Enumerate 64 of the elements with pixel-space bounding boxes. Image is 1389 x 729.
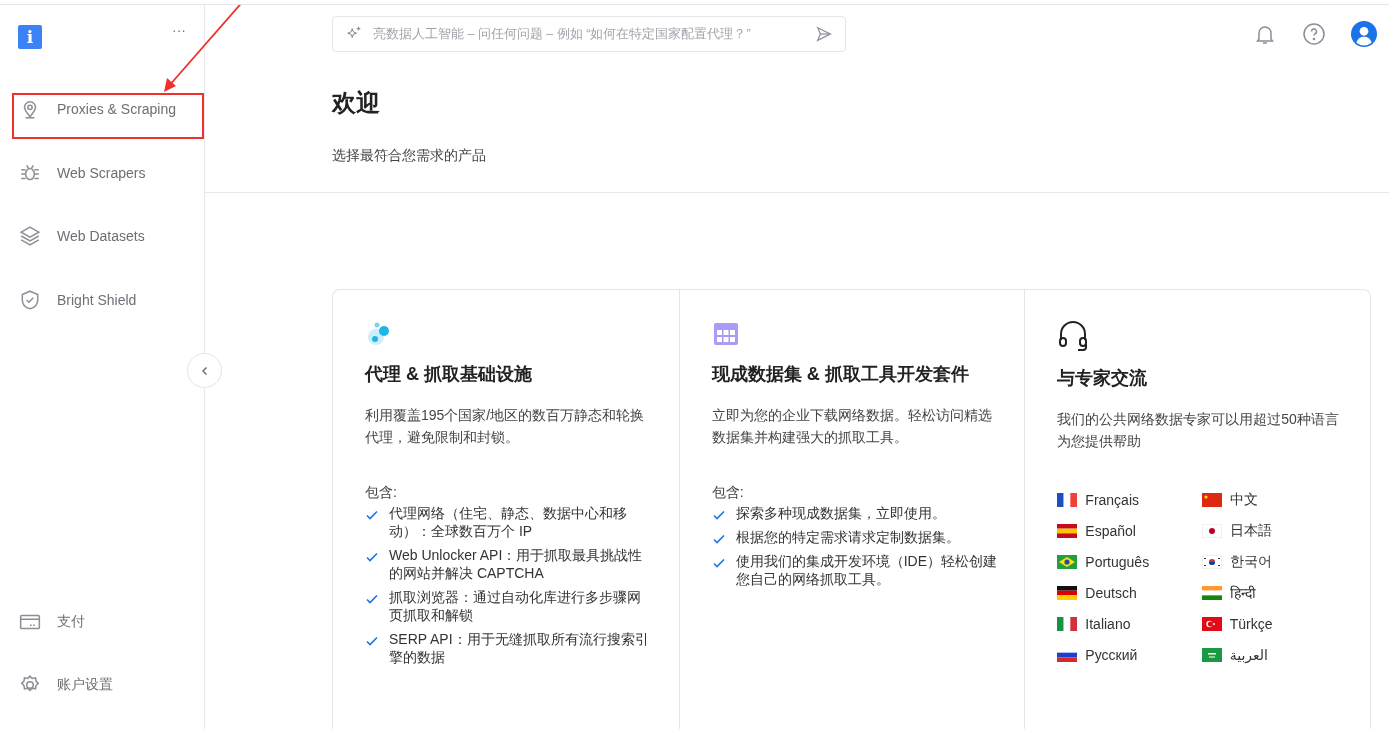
- language-name: Türkçe: [1229, 615, 1273, 632]
- flag-icon: [1057, 616, 1078, 631]
- flag-icon: [1057, 492, 1078, 507]
- check-icon: [711, 508, 726, 522]
- card-title: 现成数据集 & 抓取工具开发套件: [711, 363, 970, 386]
- language-name: Italiano: [1085, 615, 1131, 632]
- flag-icon: [1201, 523, 1222, 538]
- search-input[interactable]: 亮数据人工智能 – 问任何问题 – 例如 “如何在特定国家配置代理？”: [371, 26, 807, 42]
- feature-text: 使用我们的集成开发环境（IDE）轻松创建您自己的网络抓取工具。: [735, 552, 998, 588]
- grid-icon: [711, 320, 740, 348]
- language-name: हिन्दी: [1229, 584, 1256, 602]
- flag-icon: [1201, 647, 1222, 662]
- send-icon[interactable]: [815, 25, 833, 43]
- feature-text: Web Unlocker API：用于抓取最具挑战性的网站并解决 CAPTCHA: [389, 546, 644, 582]
- page-subtitle: 选择最符合您需求的产品: [332, 147, 487, 165]
- flag-icon: [1057, 554, 1078, 569]
- check-icon: [365, 592, 379, 606]
- flag-icon: [1201, 492, 1222, 507]
- language-name: Deutsch: [1085, 584, 1137, 601]
- card-title: 与专家交流: [1057, 367, 1149, 390]
- language-name: العربية: [1229, 646, 1268, 663]
- check-icon: [365, 550, 379, 564]
- check-icon: [711, 532, 726, 546]
- layers-icon: [19, 225, 41, 247]
- sidebar-item[interactable]: Proxies & Scraping: [16, 95, 199, 123]
- sidebar-item[interactable]: Web Datasets: [16, 222, 199, 250]
- feature-text: 抓取浏览器：通过自动化库进行多步骤网页抓取和解锁: [389, 588, 642, 624]
- sidebar-item[interactable]: 账户设置: [16, 671, 199, 699]
- flag-icon: [1201, 585, 1222, 600]
- language-name: 한국어: [1229, 552, 1272, 571]
- logo[interactable]: i: [18, 25, 42, 49]
- headset-icon: [1057, 320, 1090, 352]
- help-icon[interactable]: [1302, 22, 1326, 46]
- sidebar-item[interactable]: 支付: [16, 607, 199, 636]
- language-name: 中文: [1229, 490, 1258, 509]
- flag-icon: [1201, 616, 1222, 631]
- check-icon: [365, 634, 379, 648]
- check-icon: [365, 508, 379, 522]
- language-name: 日本語: [1229, 521, 1272, 540]
- includes-label: 包含:: [711, 484, 745, 502]
- check-icon: [711, 556, 726, 570]
- language-name: Português: [1085, 553, 1150, 570]
- card-description: 立即为您的企业下载网络数据。轻松访问精选数据集并构建强大的抓取工具。: [711, 406, 993, 447]
- card-description: 我们的公共网络数据专家可以用超过50种语言为您提供帮助: [1057, 410, 1340, 451]
- includes-label: 包含:: [365, 484, 398, 502]
- language-name: Русский: [1085, 646, 1138, 663]
- sidebar-item[interactable]: Bright Shield: [16, 285, 199, 314]
- feature-text: 根据您的特定需求请求定制数据集。: [735, 528, 960, 546]
- page-title: 欢迎: [332, 88, 381, 118]
- card-title: 代理 & 抓取基础设施: [365, 363, 533, 386]
- feature-text: 代理网络（住宅、静态、数据中心和移动）：全球数百万个 IP: [389, 504, 628, 540]
- flag-icon: [1057, 585, 1078, 600]
- search-field[interactable]: 亮数据人工智能 – 问任何问题 – 例如 “如何在特定国家配置代理？”: [332, 16, 846, 52]
- flag-icon: [1201, 554, 1222, 569]
- feature-text: SERP API：用于无缝抓取所有流行搜索引擎的数据: [389, 630, 650, 666]
- more-button[interactable]: ···: [172, 25, 186, 35]
- card-description: 利用覆盖195个国家/地区的数百万静态和轮换代理，避免限制和封锁。: [365, 406, 646, 447]
- flag-icon: [1057, 523, 1078, 538]
- shield-icon: [19, 288, 41, 311]
- language-name: Español: [1085, 522, 1136, 539]
- sidebar-item[interactable]: Web Scrapers: [16, 158, 199, 187]
- avatar-icon[interactable]: [1351, 21, 1377, 47]
- feature-text: 探索多种现成数据集，立即使用。: [735, 504, 946, 522]
- language-name: Français: [1085, 491, 1139, 508]
